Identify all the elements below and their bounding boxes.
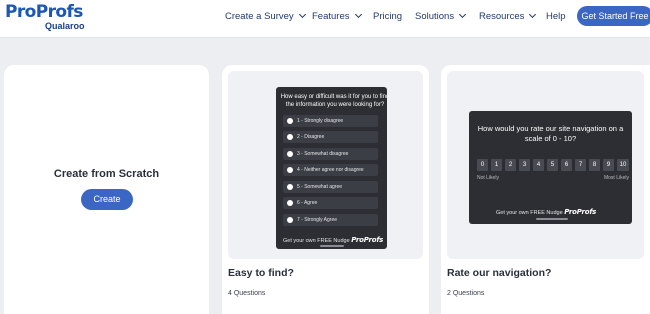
answer-option[interactable]: 6 - Agree (283, 197, 378, 209)
answer-option[interactable]: 2 - Disagree (283, 131, 378, 143)
chevron-down-icon (298, 10, 306, 19)
scale-button-8[interactable]: 8 (589, 159, 600, 171)
template-question-count: 2 Questions (447, 290, 485, 297)
nudge-footer-text: Get your own FREE Nudge (496, 210, 563, 216)
template-card-title: Rate our navigation? (447, 267, 552, 279)
nav-item-label: Create a Survey (225, 11, 294, 22)
template-card-easy-to-find[interactable]: How easy or difficult was it for you to … (222, 65, 429, 314)
answer-option-label: 1 - Strongly disagree (297, 118, 344, 124)
nav-resources[interactable]: Resources (479, 10, 537, 22)
nudge-footer: Get your own FREE Nudge ProProfs (283, 236, 383, 244)
scale-button-3[interactable]: 3 (519, 159, 530, 171)
radio-icon (287, 200, 293, 206)
radio-icon (287, 167, 293, 173)
nav-features[interactable]: Features (312, 10, 362, 22)
proprofs-logo[interactable]: ProProfs Qualaroo (5, 2, 95, 34)
radio-icon (287, 217, 293, 223)
answer-option-label: 4 - Neither agree nor disagree (297, 167, 364, 173)
radio-icon (287, 118, 293, 124)
radio-icon (287, 151, 293, 157)
nudge-footer: Get your own FREE Nudge ProProfs (496, 208, 596, 216)
create-from-scratch-card[interactable]: Create from Scratch Create (4, 65, 209, 314)
answer-option[interactable]: 7 - Strongly Agree (283, 214, 378, 226)
nudge-footer-brand: ProProfs (351, 236, 384, 244)
answer-option-label: 2 - Disagree (297, 134, 325, 140)
scale-button-5[interactable]: 5 (547, 159, 558, 171)
nudge-survey-preview: How easy or difficult was it for you to … (276, 87, 387, 249)
answer-option[interactable]: 5 - Somewhat agree (283, 181, 378, 193)
nudge-footer-underline (536, 218, 568, 220)
scale-button-0[interactable]: 0 (477, 159, 488, 171)
answer-option-label: 7 - Strongly Agree (297, 217, 338, 223)
logo-subtext: Qualaroo (45, 21, 85, 31)
nudge-footer-brand: ProProfs (564, 208, 597, 216)
get-started-free-button[interactable]: Get Started Free (577, 6, 650, 26)
top-navigation: ProProfs Qualaroo Create a Survey Featur… (0, 0, 650, 38)
nav-pricing[interactable]: Pricing (373, 11, 402, 22)
chevron-down-icon (529, 10, 537, 19)
template-question-count: 4 Questions (228, 290, 266, 297)
scale-button-2[interactable]: 2 (505, 159, 516, 171)
logo-text: ProProfs (5, 2, 83, 22)
nav-item-label: Features (312, 11, 350, 22)
scale-low-label: Not Likely (477, 175, 499, 181)
chevron-down-icon (354, 10, 362, 19)
chevron-down-icon (459, 10, 467, 19)
nudge-rating-preview: How would you rate our site navigation o… (469, 111, 632, 224)
answer-option[interactable]: 3 - Somewhat disagree (283, 148, 378, 160)
answer-option-label: 6 - Agree (297, 200, 318, 206)
answer-option-label: 5 - Somewhat agree (297, 184, 343, 190)
scale-button-7[interactable]: 7 (575, 159, 586, 171)
create-button[interactable]: Create (81, 189, 133, 210)
nudge-question: How easy or difficult was it for you to … (280, 94, 387, 108)
answer-option[interactable]: 1 - Strongly disagree (283, 115, 378, 127)
radio-icon (287, 134, 293, 140)
nav-item-label: Resources (479, 11, 525, 22)
nav-create-a-survey[interactable]: Create a Survey (225, 10, 306, 22)
scratch-card-title: Create from Scratch (53, 168, 160, 180)
nudge-question: How would you rate our site navigation o… (477, 124, 624, 143)
scale-button-6[interactable]: 6 (561, 159, 572, 171)
nav-item-label: Help (546, 11, 566, 22)
nudge-footer-underline (320, 245, 344, 247)
answer-option[interactable]: 4 - Neither agree nor disagree (283, 164, 378, 176)
scale-button-9[interactable]: 9 (603, 159, 614, 171)
template-preview: How would you rate our site navigation o… (447, 71, 644, 259)
nav-help[interactable]: Help (546, 11, 566, 22)
nav-item-label: Pricing (373, 11, 403, 22)
nudge-footer-text: Get your own FREE Nudge (283, 238, 350, 244)
answer-option-label: 3 - Somewhat disagree (297, 151, 349, 157)
template-card-title: Easy to find? (228, 267, 294, 279)
scale-button-4[interactable]: 4 (533, 159, 544, 171)
nav-solutions[interactable]: Solutions (415, 10, 467, 22)
template-card-rate-our-navigation[interactable]: How would you rate our site navigation o… (441, 65, 650, 314)
scale-high-label: Most Likely (603, 175, 629, 181)
scale-button-1[interactable]: 1 (491, 159, 502, 171)
radio-icon (287, 184, 293, 190)
template-preview: How easy or difficult was it for you to … (228, 71, 423, 259)
nav-item-label: Solutions (415, 11, 455, 22)
scale-button-10[interactable]: 10 (617, 159, 629, 171)
